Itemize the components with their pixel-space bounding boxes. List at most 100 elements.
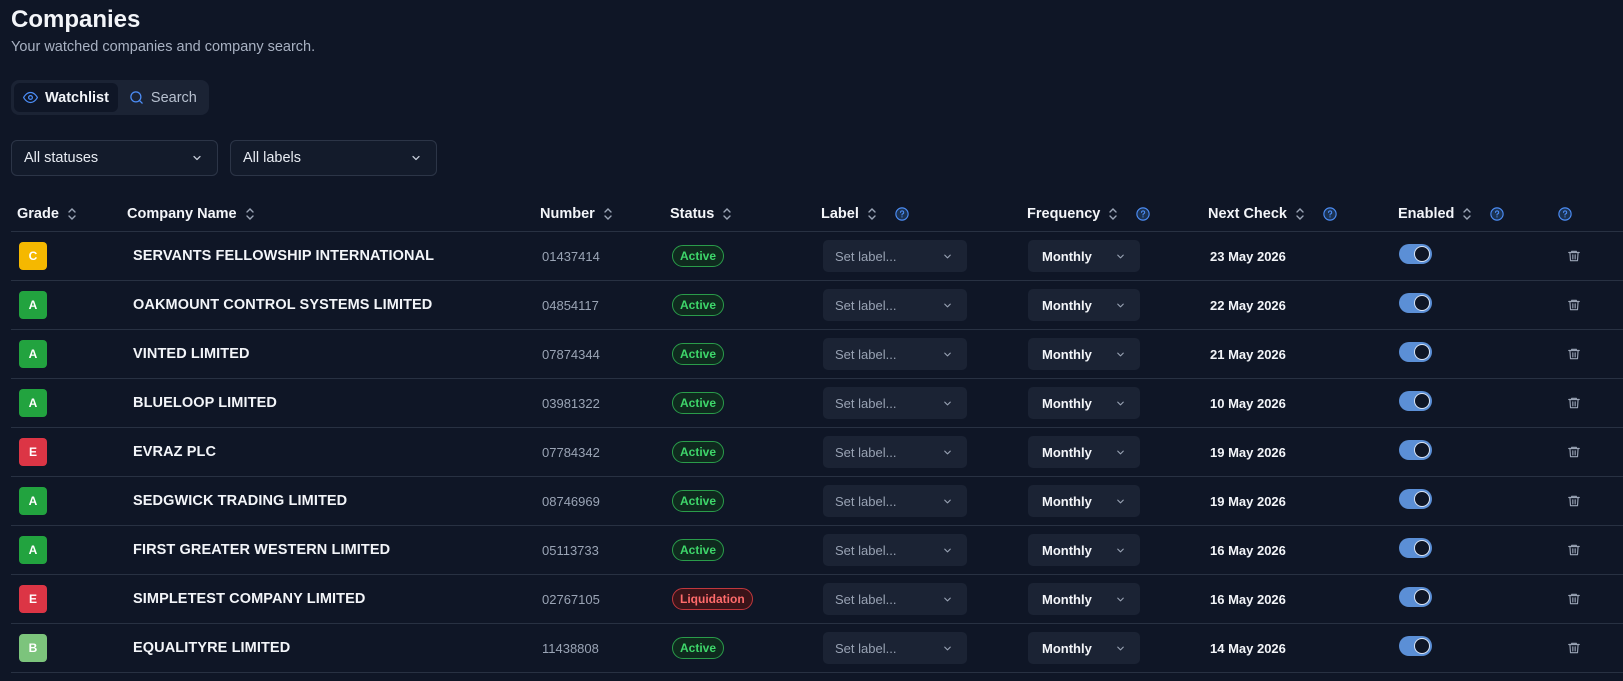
trash-icon[interactable] xyxy=(1567,347,1581,361)
chevron-down-icon xyxy=(1117,548,1124,552)
chevron-down-icon xyxy=(944,597,951,601)
label-select[interactable]: Set label... xyxy=(823,632,967,664)
help-icon[interactable] xyxy=(895,207,909,221)
chevron-down-icon xyxy=(1117,254,1124,258)
column-header-enabled[interactable]: Enabled xyxy=(1398,196,1505,232)
toggle-knob xyxy=(1414,392,1430,409)
next-check-cell: 16 May 2026 xyxy=(1210,526,1286,574)
label-filter-value: All labels xyxy=(243,150,302,166)
frequency-select[interactable]: Monthly xyxy=(1028,436,1140,468)
enabled-toggle[interactable] xyxy=(1399,292,1432,313)
label-select[interactable]: Set label... xyxy=(823,583,967,615)
page-title: Companies xyxy=(11,6,141,33)
frequency-select[interactable]: Monthly xyxy=(1028,485,1140,517)
label-select[interactable]: Set label... xyxy=(823,485,967,517)
companies-page: Companies Your watched companies and com… xyxy=(11,0,1623,673)
grade-badge: B xyxy=(19,634,47,662)
column-label: Number xyxy=(540,206,595,222)
enabled-toggle[interactable] xyxy=(1399,390,1432,411)
frequency-select[interactable]: Monthly xyxy=(1028,338,1140,370)
label-select-value: Set label... xyxy=(835,542,897,558)
status-cell: Active xyxy=(672,330,725,378)
label-select-value: Set label... xyxy=(835,640,897,656)
column-header-grade[interactable]: Grade xyxy=(17,196,77,232)
company-name-link[interactable]: FIRST GREATER WESTERN LIMITED xyxy=(133,542,390,558)
trash-icon[interactable] xyxy=(1567,396,1581,410)
frequency-select[interactable]: Monthly xyxy=(1028,632,1140,664)
frequency-select[interactable]: Monthly xyxy=(1028,289,1140,321)
status-filter-select[interactable]: All statuses xyxy=(11,140,218,176)
company-name-link[interactable]: EVRAZ PLC xyxy=(133,444,216,460)
trash-icon[interactable] xyxy=(1567,298,1581,312)
column-header-company-name[interactable]: Company Name xyxy=(127,196,255,232)
company-number: 04854117 xyxy=(542,297,599,313)
enabled-cell xyxy=(1399,526,1432,574)
help-icon[interactable] xyxy=(1558,207,1572,221)
frequency-select[interactable]: Monthly xyxy=(1028,534,1140,566)
label-select[interactable]: Set label... xyxy=(823,240,967,272)
frequency-select-value: Monthly xyxy=(1042,297,1092,313)
company-name-link[interactable]: SIMPLETEST COMPANY LIMITED xyxy=(133,591,365,607)
enabled-toggle[interactable] xyxy=(1399,537,1432,558)
company-name-link[interactable]: OAKMOUNT CONTROL SYSTEMS LIMITED xyxy=(133,297,432,313)
status-filter-value: All statuses xyxy=(24,150,99,166)
grade-cell: A xyxy=(19,281,47,329)
label-select[interactable]: Set label... xyxy=(823,534,967,566)
label-filter-select[interactable]: All labels xyxy=(230,140,437,176)
column-header-next-check[interactable]: Next Check xyxy=(1208,196,1337,232)
enabled-toggle[interactable] xyxy=(1399,635,1432,656)
frequency-select[interactable]: Monthly xyxy=(1028,240,1140,272)
frequency-cell: Monthly xyxy=(1028,526,1140,574)
help-icon[interactable] xyxy=(1490,207,1505,221)
label-cell: Set label... xyxy=(823,624,967,672)
enabled-toggle[interactable] xyxy=(1399,341,1432,362)
chevron-down-icon xyxy=(1117,646,1124,650)
table-row: E SIMPLETEST COMPANY LIMITED 02767105 Li… xyxy=(11,575,1623,624)
label-select[interactable]: Set label... xyxy=(823,387,967,419)
enabled-toggle[interactable] xyxy=(1399,243,1432,264)
actions-cell xyxy=(1567,232,1581,280)
label-select[interactable]: Set label... xyxy=(823,436,967,468)
label-select[interactable]: Set label... xyxy=(823,338,967,370)
company-name-link[interactable]: EQUALITYRE LIMITED xyxy=(133,640,290,656)
number-cell: 07874344 xyxy=(542,330,600,378)
label-select-value: Set label... xyxy=(835,346,897,362)
trash-icon[interactable] xyxy=(1567,641,1581,655)
tab-search[interactable]: Search xyxy=(120,83,206,112)
label-cell: Set label... xyxy=(823,428,967,476)
label-select-value: Set label... xyxy=(835,395,897,411)
frequency-select-value: Monthly xyxy=(1042,346,1092,362)
company-name-link[interactable]: SEDGWICK TRADING LIMITED xyxy=(133,493,347,509)
enabled-toggle[interactable] xyxy=(1399,586,1432,607)
help-icon[interactable] xyxy=(1136,207,1151,221)
company-name-link[interactable]: BLUELOOP LIMITED xyxy=(133,395,277,411)
trash-icon[interactable] xyxy=(1567,494,1581,508)
trash-icon[interactable] xyxy=(1567,592,1581,606)
trash-icon[interactable] xyxy=(1567,445,1581,459)
frequency-select[interactable]: Monthly xyxy=(1028,583,1140,615)
page-subtitle: Your watched companies and company searc… xyxy=(11,39,316,55)
toggle-knob xyxy=(1414,294,1430,311)
grade-badge: A xyxy=(19,487,47,515)
frequency-select[interactable]: Monthly xyxy=(1028,387,1140,419)
column-header-status[interactable]: Status xyxy=(670,196,732,232)
label-cell: Set label... xyxy=(823,330,967,378)
column-header-frequency[interactable]: Frequency xyxy=(1027,196,1151,232)
trash-icon[interactable] xyxy=(1567,543,1581,557)
tab-watchlist[interactable]: Watchlist xyxy=(14,83,118,112)
enabled-toggle[interactable] xyxy=(1399,488,1432,509)
sort-icon xyxy=(245,208,254,220)
enabled-toggle[interactable] xyxy=(1399,439,1432,460)
toggle-knob xyxy=(1414,588,1430,605)
column-header-number[interactable]: Number xyxy=(540,196,613,232)
actions-cell xyxy=(1567,428,1581,476)
company-name-link[interactable]: VINTED LIMITED xyxy=(133,346,250,362)
sort-icon xyxy=(723,208,732,220)
trash-icon[interactable] xyxy=(1567,249,1581,263)
column-header-label[interactable]: Label xyxy=(821,196,909,232)
next-check-date: 14 May 2026 xyxy=(1210,640,1286,656)
help-icon[interactable] xyxy=(1323,207,1337,221)
number-cell: 11438808 xyxy=(542,624,599,672)
company-name-link[interactable]: SERVANTS FELLOWSHIP INTERNATIONAL xyxy=(133,248,434,264)
label-select[interactable]: Set label... xyxy=(823,289,967,321)
